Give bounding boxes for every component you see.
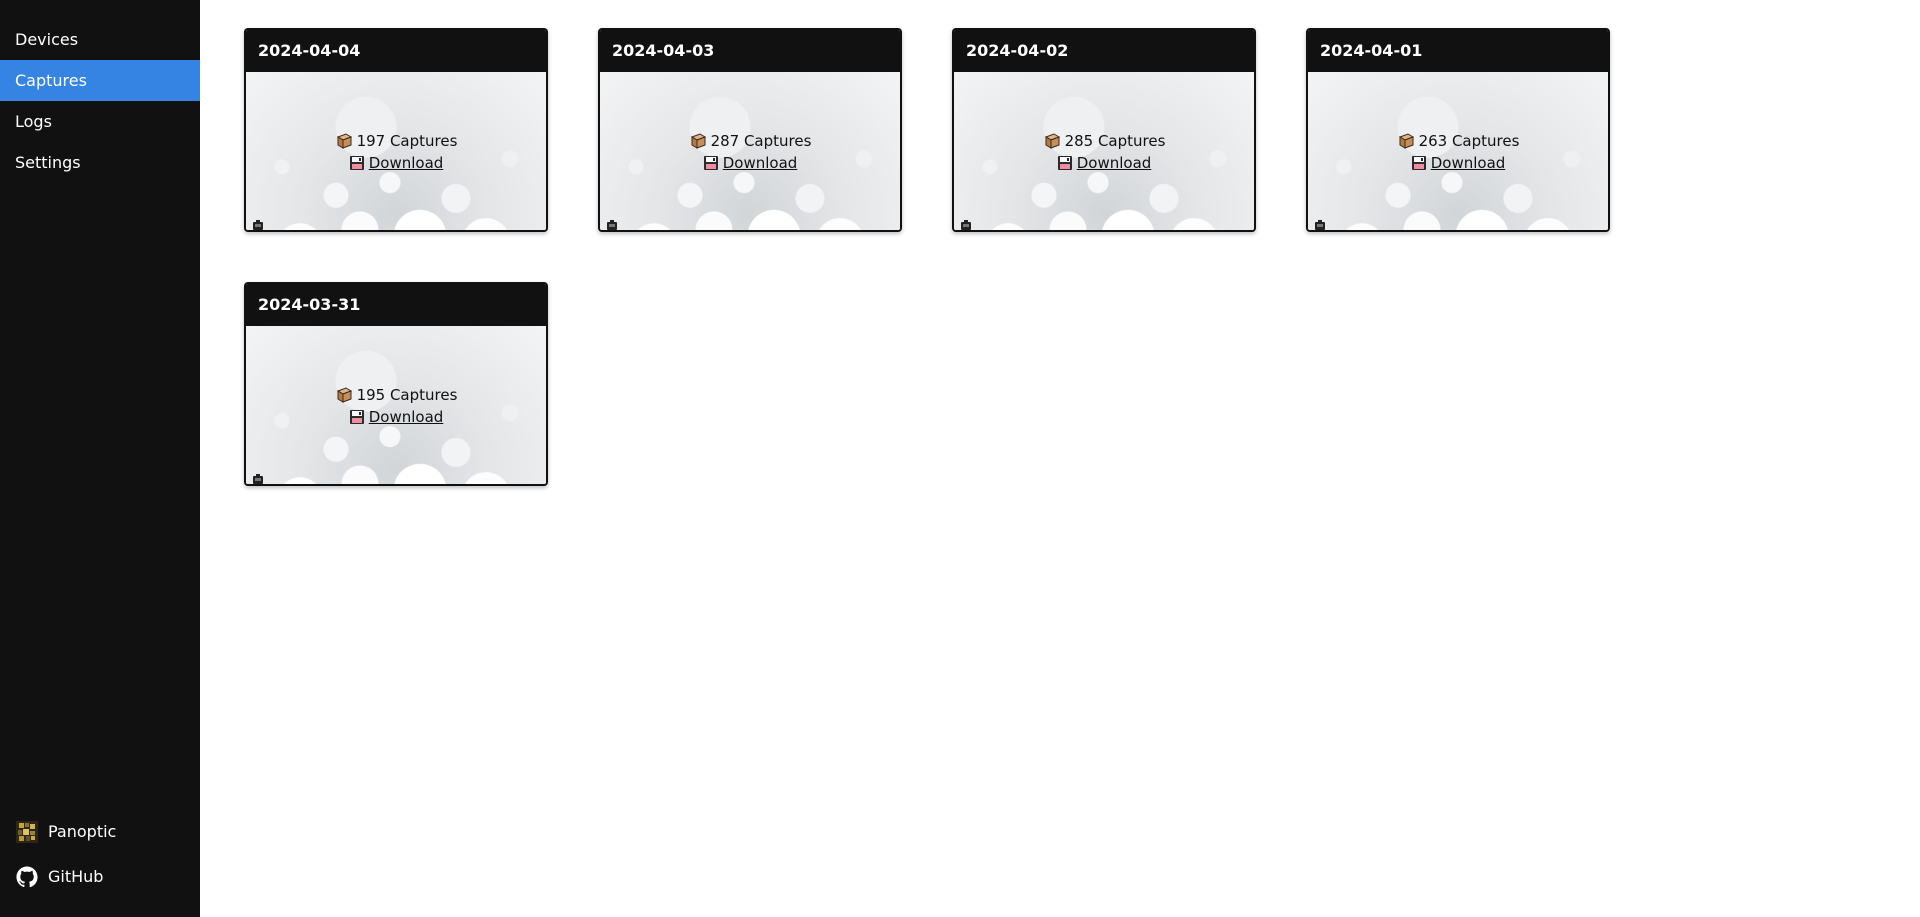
download-link[interactable]: Download	[369, 408, 444, 426]
capture-card[interactable]: 2024-03-31 195 Captures Download	[244, 282, 548, 486]
capture-count-line: 287 Captures	[600, 130, 900, 152]
capture-download-line: Download	[1308, 152, 1608, 174]
floppy-disk-icon	[1411, 155, 1427, 171]
sidebar-item-captures[interactable]: Captures	[0, 60, 200, 101]
floppy-disk-icon	[703, 155, 719, 171]
github-label: GitHub	[48, 867, 104, 886]
floppy-disk-icon	[349, 155, 365, 171]
captures-main: 2024-04-04 197 Captures Download 2024-04…	[200, 0, 1920, 917]
capture-count-line: 285 Captures	[954, 130, 1254, 152]
capture-date: 2024-04-02	[954, 30, 1254, 72]
capture-thumbnail: 263 Captures Download	[1308, 72, 1608, 230]
github-icon	[15, 865, 39, 889]
download-link[interactable]: Download	[1077, 154, 1152, 172]
floppy-disk-icon	[1057, 155, 1073, 171]
capture-count-line: 195 Captures	[246, 384, 546, 406]
capture-count-line: 263 Captures	[1308, 130, 1608, 152]
app-root: Devices Captures Logs Settings Panoptic …	[0, 0, 1920, 917]
capture-thumbnail: 285 Captures Download	[954, 72, 1254, 230]
capture-card[interactable]: 2024-04-02 285 Captures Download	[952, 28, 1256, 232]
sidebar-item-devices[interactable]: Devices	[0, 19, 200, 60]
capture-date: 2024-04-04	[246, 30, 546, 72]
capture-thumbnail: 197 Captures Download	[246, 72, 546, 230]
capture-card[interactable]: 2024-04-01 263 Captures Download	[1306, 28, 1610, 232]
package-icon	[1043, 132, 1061, 150]
capture-count: 285 Captures	[1064, 132, 1166, 150]
package-icon	[689, 132, 707, 150]
capture-count: 287 Captures	[710, 132, 812, 150]
capture-date: 2024-04-01	[1308, 30, 1608, 72]
capture-date: 2024-03-31	[246, 284, 546, 326]
github-link[interactable]: GitHub	[0, 854, 200, 899]
camera-icon	[607, 215, 617, 230]
package-icon	[1397, 132, 1415, 150]
capture-download-line: Download	[954, 152, 1254, 174]
panoptic-link[interactable]: Panoptic	[0, 809, 200, 854]
floppy-disk-icon	[349, 409, 365, 425]
capture-download-line: Download	[246, 152, 546, 174]
camera-icon	[1315, 215, 1325, 230]
sidebar-item-settings[interactable]: Settings	[0, 142, 200, 183]
download-link[interactable]: Download	[1431, 154, 1506, 172]
capture-thumbnail: 195 Captures Download	[246, 326, 546, 484]
sidebar-item-logs[interactable]: Logs	[0, 101, 200, 142]
package-icon	[335, 386, 353, 404]
capture-card[interactable]: 2024-04-03 287 Captures Download	[598, 28, 902, 232]
package-icon	[335, 132, 353, 150]
sidebar-footer: Panoptic GitHub	[0, 809, 200, 917]
capture-count: 263 Captures	[1418, 132, 1520, 150]
panoptic-label: Panoptic	[48, 822, 117, 841]
camera-icon	[253, 215, 263, 230]
sidebar: Devices Captures Logs Settings Panoptic …	[0, 0, 200, 917]
capture-info: 285 Captures Download	[954, 130, 1254, 174]
capture-download-line: Download	[246, 406, 546, 428]
capture-card[interactable]: 2024-04-04 197 Captures Download	[244, 28, 548, 232]
captures-grid: 2024-04-04 197 Captures Download 2024-04…	[244, 28, 1920, 486]
capture-count: 197 Captures	[356, 132, 458, 150]
capture-count: 195 Captures	[356, 386, 458, 404]
capture-thumbnail: 287 Captures Download	[600, 72, 900, 230]
download-link[interactable]: Download	[723, 154, 798, 172]
panoptic-logo-icon	[15, 820, 39, 844]
sidebar-nav: Devices Captures Logs Settings	[0, 0, 200, 183]
capture-info: 195 Captures Download	[246, 384, 546, 428]
capture-info: 287 Captures Download	[600, 130, 900, 174]
download-link[interactable]: Download	[369, 154, 444, 172]
capture-date: 2024-04-03	[600, 30, 900, 72]
capture-info: 263 Captures Download	[1308, 130, 1608, 174]
capture-download-line: Download	[600, 152, 900, 174]
capture-info: 197 Captures Download	[246, 130, 546, 174]
camera-icon	[253, 469, 263, 484]
capture-count-line: 197 Captures	[246, 130, 546, 152]
camera-icon	[961, 215, 971, 230]
